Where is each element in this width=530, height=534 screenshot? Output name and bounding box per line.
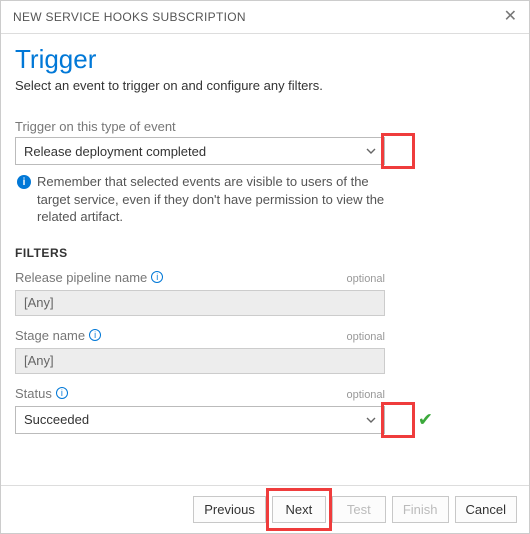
check-icon: ✔ <box>418 409 433 430</box>
highlight-event-dropdown <box>381 133 415 169</box>
event-type-label: Trigger on this type of event <box>15 119 515 134</box>
optional-label: optional <box>346 389 385 401</box>
finish-button: Finish <box>392 496 449 523</box>
optional-label: optional <box>346 273 385 285</box>
pipeline-label: Release pipeline name i <box>15 270 163 285</box>
optional-label: optional <box>346 331 385 343</box>
info-text: Remember that selected events are visibl… <box>37 173 387 226</box>
page-subtitle: Select an event to trigger on and config… <box>15 78 515 93</box>
status-select[interactable]: Succeeded <box>15 406 385 434</box>
stage-value: [Any] <box>24 353 54 368</box>
event-type-select[interactable]: Release deployment completed <box>15 137 385 165</box>
test-button: Test <box>332 496 386 523</box>
event-type-value: Release deployment completed <box>24 144 206 159</box>
next-button[interactable]: Next <box>272 496 326 523</box>
status-value: Succeeded <box>24 412 89 427</box>
status-label: Status i <box>15 386 68 401</box>
page-heading: Trigger <box>15 44 515 75</box>
previous-button[interactable]: Previous <box>193 496 266 523</box>
filters-heading: FILTERS <box>15 246 515 260</box>
stage-label: Stage name i <box>15 328 101 343</box>
info-icon: i <box>17 175 31 189</box>
cancel-button[interactable]: Cancel <box>455 496 517 523</box>
pipeline-input[interactable]: [Any] <box>15 290 385 316</box>
help-icon[interactable]: i <box>56 387 68 399</box>
dialog-title: NEW SERVICE HOOKS SUBSCRIPTION <box>13 10 246 24</box>
close-icon[interactable]: ✕ <box>504 9 517 25</box>
highlight-status-dropdown <box>381 402 415 438</box>
pipeline-value: [Any] <box>24 295 54 310</box>
help-icon[interactable]: i <box>151 271 163 283</box>
stage-input[interactable]: [Any] <box>15 348 385 374</box>
help-icon[interactable]: i <box>89 329 101 341</box>
